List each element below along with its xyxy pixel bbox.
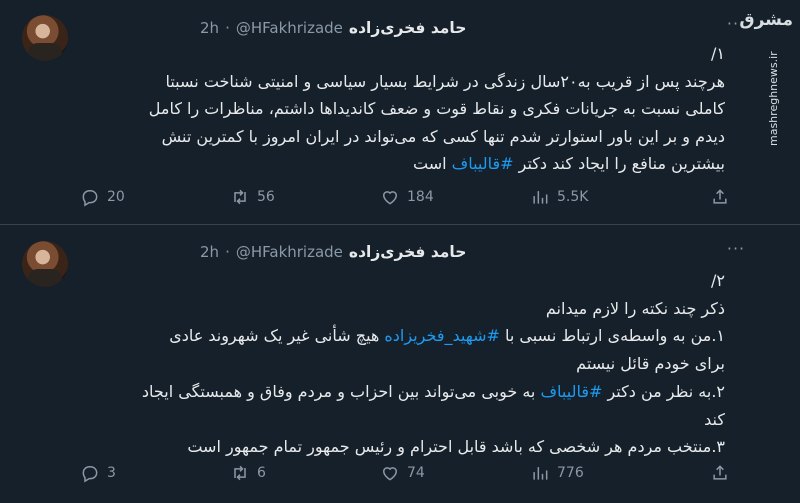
views-count: 5.5K (557, 189, 589, 205)
like-button[interactable]: 184 (380, 187, 434, 207)
hashtag-link[interactable]: #قالیباف (540, 382, 602, 401)
author-handle[interactable]: @HFakhrizade (236, 243, 343, 261)
views-count: 776 (557, 465, 584, 481)
text-line: ۱.من به واسطه‌ی ارتباط نسبی با #شهید_فخر… (70, 322, 725, 350)
text-segment: است (412, 154, 452, 173)
more-options-icon[interactable]: ··· (724, 239, 748, 259)
text-segment: به خوبی می‌تواند بین احزاب و مردم وفاق و… (141, 381, 541, 401)
reply-icon (82, 466, 98, 483)
retweet-icon (234, 189, 246, 205)
timestamp[interactable]: 2h (200, 19, 219, 37)
text-line: هرچند پس از قریب به۲۰سال زندگی در شرایط … (165, 71, 725, 91)
text-segment: هیچ شأنی غیر یک شهروند عادی (169, 326, 385, 346)
author-name[interactable]: حامد فخری‌زاده (349, 19, 466, 37)
reply-count: 20 (107, 189, 125, 205)
retweet-count: 56 (257, 189, 275, 205)
tweet-header: 2h · @HFakhrizade حامد فخری‌زاده (200, 242, 715, 262)
reply-button[interactable]: 3 (80, 463, 116, 483)
share-button[interactable] (710, 463, 730, 483)
text-segment: بیشترین منافع را ایجاد کند دکتر (513, 154, 725, 173)
heart-icon (382, 467, 398, 481)
text-segment: ۱.من به واسطه‌ی ارتباط نسبی با (499, 326, 725, 346)
tweet[interactable]: 2h · @HFakhrizade حامد فخری‌زاده ··· ۱/ … (0, 0, 800, 224)
action-bar: 3 6 74 776 (80, 461, 740, 485)
text-line: کاملی نسبت به جریانات فکری و نقاط قوت و … (148, 99, 725, 118)
text-line: ۲.به نظر من دکتر #قالیباف به خوبی می‌توا… (70, 378, 725, 406)
avatar[interactable] (22, 15, 68, 61)
share-icon (713, 465, 727, 480)
tweet-text: ۲/ ذکر چند نکته را لازم میدانم ۱.من به و… (70, 267, 725, 461)
tweet-number: ۲/ (711, 271, 725, 290)
like-count: 184 (407, 189, 434, 205)
like-count: 74 (407, 465, 425, 481)
hashtag-link[interactable]: #قالیباف (452, 154, 514, 173)
text-segment: ۲.به نظر من دکتر (602, 381, 725, 401)
share-icon (713, 189, 727, 204)
timestamp[interactable]: 2h (200, 243, 219, 261)
action-bar: 20 56 184 5.5K (80, 185, 740, 209)
tweet[interactable]: 2h · @HFakhrizade حامد فخری‌زاده ··· ۲/ … (0, 225, 800, 503)
separator-dot: · (225, 243, 230, 261)
author-name[interactable]: حامد فخری‌زاده (349, 243, 466, 261)
retweet-icon (234, 465, 246, 481)
share-button[interactable] (710, 187, 730, 207)
watermark: مشرق mashreghnews.ir (739, 10, 795, 150)
views-button[interactable]: 5.5K (530, 187, 588, 207)
tweet-header: 2h · @HFakhrizade حامد فخری‌زاده (200, 18, 715, 38)
author-handle[interactable]: @HFakhrizade (236, 19, 343, 37)
watermark-url: mashreghnews.ir (767, 51, 780, 146)
text-line: کند (704, 409, 725, 429)
retweet-count: 6 (257, 465, 266, 481)
text-line: دیدم و بر این باور استوارتر شدم تنها کسی… (161, 126, 725, 146)
tweet-number: ۱/ (711, 44, 725, 63)
text-line: ذکر چند نکته را لازم میدانم (545, 298, 725, 318)
reply-icon (82, 190, 98, 207)
text-line: برای خودم قائل نیستم (576, 354, 725, 374)
tweet-text: ۱/ هرچند پس از قریب به۲۰سال زندگی در شرا… (70, 40, 725, 178)
views-button[interactable]: 776 (530, 463, 584, 483)
reply-count: 3 (107, 465, 116, 481)
text-line: بیشترین منافع را ایجاد کند دکتر #قالیباف… (70, 150, 725, 178)
heart-icon (382, 191, 398, 205)
separator-dot: · (225, 19, 230, 37)
reply-button[interactable]: 20 (80, 187, 125, 207)
avatar[interactable] (22, 241, 68, 287)
views-chart-icon (533, 467, 548, 480)
text-line: ۳.منتخب مردم هر شخصی که باشد قابل احترام… (187, 437, 725, 457)
views-chart-icon (533, 191, 548, 204)
retweet-button[interactable]: 6 (230, 463, 266, 483)
retweet-button[interactable]: 56 (230, 187, 275, 207)
hashtag-link[interactable]: #شهید_فخریزاده (384, 326, 499, 345)
watermark-logo: مشرق (739, 10, 793, 30)
like-button[interactable]: 74 (380, 463, 425, 483)
